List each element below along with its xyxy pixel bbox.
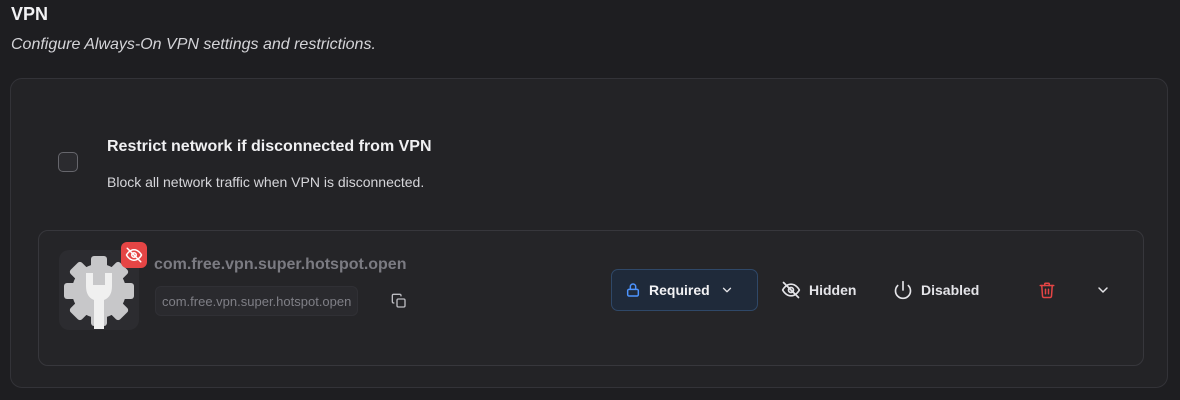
status-label: Disabled (921, 282, 980, 298)
eye-off-icon (781, 281, 801, 299)
restrict-network-title: Restrict network if disconnected from VP… (107, 138, 432, 155)
vpn-mode-label: Required (649, 282, 710, 298)
section-subtitle: Configure Always-On VPN settings and res… (11, 36, 376, 53)
vpn-mode-dropdown[interactable]: Required (611, 269, 758, 311)
restrict-network-option: Restrict network if disconnected from VP… (11, 79, 1167, 229)
visibility-toggle[interactable]: Hidden (781, 278, 856, 302)
restrict-network-description: Block all network traffic when VPN is di… (107, 174, 425, 190)
chevron-down-icon (722, 287, 731, 293)
hidden-badge (121, 242, 147, 268)
copy-package-button[interactable] (389, 291, 409, 311)
vpn-settings-card: Restrict network if disconnected from VP… (10, 78, 1168, 388)
chevron-down-icon (1098, 287, 1108, 293)
app-name: com.free.vpn.super.hotspot.open (154, 256, 407, 273)
expand-button[interactable] (1092, 279, 1114, 301)
visibility-label: Hidden (809, 282, 857, 298)
power-icon (894, 280, 912, 300)
vpn-app-card: com.free.vpn.super.hotspot.open com.free… (38, 230, 1144, 366)
status-toggle[interactable]: Disabled (893, 278, 979, 302)
lock-icon (626, 283, 640, 297)
restrict-network-checkbox[interactable] (58, 152, 78, 172)
section-title: VPN (11, 4, 49, 24)
delete-button[interactable] (1036, 279, 1058, 301)
copy-icon (391, 293, 406, 308)
trash-icon (1039, 282, 1055, 299)
package-name-chip: com.free.vpn.super.hotspot.open (155, 286, 359, 316)
eye-off-icon (125, 247, 143, 263)
